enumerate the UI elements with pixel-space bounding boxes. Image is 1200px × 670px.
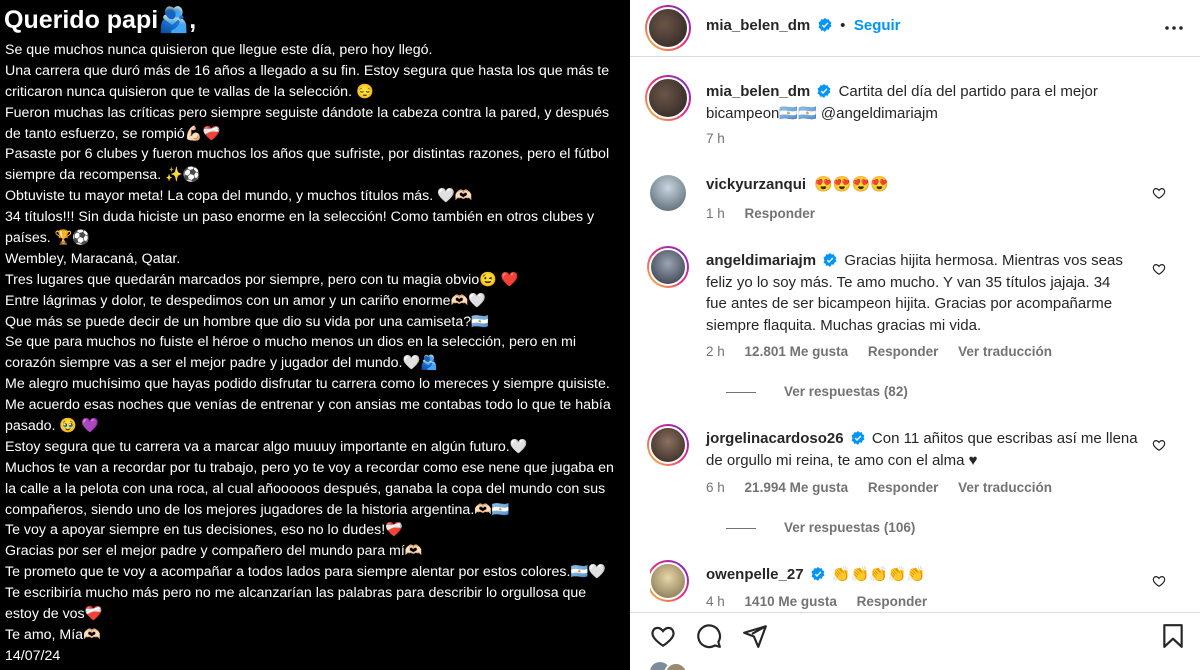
comment-username[interactable]: jorgelinacardoso26	[706, 430, 844, 447]
letter-line: Muchos te van a recordar por tu trabajo,…	[5, 459, 614, 476]
post-actions-bar	[630, 612, 1200, 653]
caption-text-line1: Cartita del día del partido para el mejo…	[838, 83, 1098, 100]
share-icon[interactable]	[742, 623, 768, 649]
letter-line: pasado. 🥹 💜	[5, 418, 99, 435]
letter-line: estoy de vos❤️‍🩹	[5, 606, 103, 623]
verified-icon	[818, 18, 832, 32]
comment-text: 😍😍😍😍	[814, 176, 889, 193]
comment-text-line: Gracias hijita hermosa. Mientras vos sea…	[844, 252, 1123, 269]
reply-button[interactable]: Responder	[868, 344, 939, 359]
translate-button[interactable]: Ver traducción	[958, 480, 1052, 495]
letter-line: Wembley, Maracaná, Qatar.	[5, 250, 181, 267]
comment-item: angeldimariajm Gracias hijita hermosa. M…	[647, 244, 1180, 404]
letter-line: la calle a la pelota con una roca, al cu…	[5, 480, 606, 497]
comment-avatar[interactable]	[647, 246, 689, 288]
letter-line: Te voy a apoyar siempre en tus decisione…	[5, 522, 403, 539]
letter-line: siempre da recompensa. ✨⚽	[5, 167, 201, 184]
letter-line: Te escribiría mucho más pero no me alcan…	[5, 585, 587, 602]
comment-username[interactable]: angeldimariajm	[706, 252, 816, 269]
comment-time: 1 h	[706, 206, 725, 221]
caption-avatar[interactable]	[645, 75, 691, 121]
letter-line: 34 títulos!!! Sin duda hiciste un paso e…	[5, 209, 595, 226]
letter-line: Te amo, Mía🫶🏻	[5, 626, 101, 643]
comment-time: 6 h	[706, 480, 725, 495]
bookmark-icon[interactable]	[1160, 623, 1186, 649]
comment-text-line: Con 11 añitos que escribas así me llena	[871, 430, 1138, 447]
comment-likes[interactable]: 1410 Me gusta	[745, 594, 837, 609]
comment-item: vickyurzanqui 😍😍😍😍 1 h Responder	[650, 172, 1180, 232]
comment-time: 4 h	[706, 594, 725, 609]
translate-button[interactable]: Ver traducción	[958, 344, 1052, 359]
letter-line: Me acuerdo esas noches que venías de ent…	[5, 397, 611, 414]
heart-icon[interactable]	[1152, 186, 1166, 200]
comment-avatar[interactable]	[647, 424, 689, 466]
verified-icon	[851, 431, 865, 445]
comment-icon[interactable]	[696, 623, 722, 649]
letter-line: de tanto esfuerzo, se rompió💪🏻❤️‍🩹	[5, 125, 221, 142]
letter-line: Te prometo que te voy a acompañar a todo…	[5, 564, 606, 581]
letter-title: Querido papi🫂,	[4, 6, 197, 34]
comment-username[interactable]: vickyurzanqui	[706, 176, 806, 193]
comment-username[interactable]: owenpelle_27	[706, 566, 804, 583]
comment-likes[interactable]: 21.994 Me gusta	[745, 480, 849, 495]
view-replies-label: Ver respuestas (106)	[784, 520, 916, 535]
caption-time: 7 h	[706, 131, 725, 146]
letter-line: Me alegro muchísimo que hayas podido dis…	[5, 376, 610, 393]
comment-text-line: siempre flaquita. Muchas gracias mi vida…	[706, 316, 982, 334]
comment-text-line: fue antes de ser bicampeon hijita. Graci…	[706, 295, 1113, 312]
heart-icon[interactable]	[650, 623, 676, 649]
letter-line: Pasaste por 6 clubes y fueron muchos los…	[5, 146, 610, 163]
reply-button[interactable]: Responder	[857, 594, 928, 609]
comment-time: 2 h	[706, 344, 725, 359]
letter-body: Se que muchos nunca quisieron que llegue…	[5, 40, 625, 667]
view-replies-label: Ver respuestas (82)	[784, 384, 908, 399]
letter-line: Tres lugares que quedarán marcados por s…	[5, 271, 519, 288]
comment-text-line: feliz yo lo soy más. Te amo mucho. Y van…	[706, 273, 1111, 291]
letter-line: Entre lágrimas y dolor, te despedimos co…	[5, 292, 486, 309]
author-avatar[interactable]	[645, 5, 691, 51]
heart-icon[interactable]	[1152, 438, 1166, 452]
post-side-panel: mia_belen_dm • Seguir mia_belen_dm Carti…	[630, 0, 1200, 670]
comment-avatar[interactable]	[650, 560, 689, 602]
view-replies-button[interactable]: Ver respuestas (106)	[726, 520, 915, 535]
reply-button[interactable]: Responder	[745, 206, 816, 221]
heart-icon[interactable]	[1152, 262, 1166, 276]
author-username[interactable]: mia_belen_dm	[706, 17, 810, 34]
comment-avatar[interactable]	[650, 175, 686, 211]
verified-icon	[811, 567, 825, 581]
view-replies-button[interactable]: Ver respuestas (82)	[726, 384, 908, 399]
comment-item: jorgelinacardoso26 Con 11 añitos que esc…	[647, 422, 1180, 542]
comment-item: owenpelle_27 👏👏👏👏👏 4 h 1410 Me gusta Res…	[650, 558, 1180, 612]
caption-username[interactable]: mia_belen_dm	[706, 83, 810, 100]
comment-text-line: de orgullo mi reina, te amo con el alma …	[706, 451, 978, 469]
letter-line: 14/07/24	[5, 647, 61, 664]
letter-line: corazón siempre vas a ser el mejor padre…	[5, 355, 438, 372]
letter-line: Estoy segura que tu carrera va a marcar …	[5, 438, 528, 455]
post-image[interactable]: Querido papi🫂, Se que muchos nunca quisi…	[0, 0, 630, 670]
likers-avatars[interactable]	[650, 660, 690, 670]
comment-text: 👏👏👏👏👏	[831, 566, 926, 583]
post-caption: mia_belen_dm Cartita del día del partido…	[645, 75, 1180, 155]
letter-line: Se que para muchos no fuiste el héroe o …	[5, 334, 576, 351]
letter-line: Que más se puede decir de un hombre que …	[5, 313, 489, 330]
letter-line: criticaron nunca quisieron que te vallas…	[5, 83, 374, 100]
verified-icon	[823, 253, 837, 267]
letter-line: Una carrera que duró más de 16 años a ll…	[5, 62, 610, 79]
letter-line: Se que muchos nunca quisieron que llegue…	[5, 42, 433, 58]
more-icon[interactable]	[1162, 16, 1186, 40]
reply-button[interactable]: Responder	[868, 480, 939, 495]
follow-button[interactable]: Seguir	[854, 17, 901, 34]
letter-line: compañeros, siendo uno de los mejores ju…	[5, 501, 510, 518]
letter-line: países. 🏆⚽	[5, 230, 91, 247]
letter-line: Fueron muchas las críticas pero siempre …	[5, 104, 610, 121]
heart-icon[interactable]	[1152, 574, 1166, 588]
post-header: mia_belen_dm • Seguir	[630, 0, 1200, 57]
caption-text-line2: bicampeon🇦🇷🇦🇷 @angeldimariajm	[706, 104, 938, 122]
verified-icon	[817, 84, 831, 98]
letter-line: Gracias por ser el mejor padre y compañe…	[5, 543, 423, 560]
comment-likes[interactable]: 12.801 Me gusta	[745, 344, 849, 359]
letter-line: Obtuviste tu mayor meta! La copa del mun…	[5, 188, 473, 205]
